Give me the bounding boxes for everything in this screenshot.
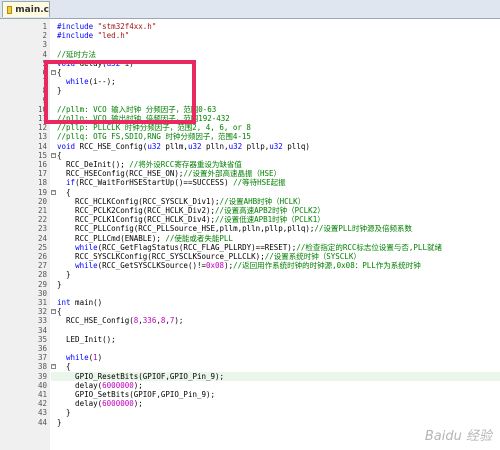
code-line[interactable]: delay(6000000); xyxy=(57,399,143,408)
code-line[interactable]: RCC_HCLKConfig(RCC_SYSCLK_Div1);//设置AHB时… xyxy=(57,197,305,206)
code-line[interactable]: { xyxy=(57,151,62,160)
line-number: 12 xyxy=(37,123,47,133)
fold-toggle-icon[interactable]: − xyxy=(51,70,56,75)
code-line[interactable]: RCC_HSE_Config(8,336,8,7); xyxy=(57,316,183,325)
line-number: 41 xyxy=(37,390,47,399)
code-line[interactable]: while(RCC_GetFlagStatus(RCC_FLAG_PLLRDY)… xyxy=(57,243,442,252)
line-number: 44 xyxy=(37,417,47,427)
line-number: 22 xyxy=(37,215,47,225)
code-line[interactable]: void RCC_HSE_Config(u32 pllm,u32 plln,u3… xyxy=(57,142,310,151)
highlight-box xyxy=(44,60,196,124)
line-number: 13 xyxy=(37,132,47,142)
line-number: 40 xyxy=(37,380,47,390)
line-number: 39 xyxy=(37,371,47,381)
fold-toggle-icon[interactable]: − xyxy=(51,189,56,195)
line-number: 38 xyxy=(37,362,47,372)
line-number: 25 xyxy=(37,242,47,252)
code-line[interactable]: } xyxy=(57,280,62,289)
line-number: 16 xyxy=(37,160,47,169)
line-number: 42 xyxy=(37,399,47,409)
code-line[interactable]: #include "stm32f4xx.h" xyxy=(57,22,156,31)
line-number: 30 xyxy=(37,288,47,298)
line-number: 17 xyxy=(37,169,47,179)
code-line[interactable]: GPIO_ResetBits(GPIOF,GPIO_Pin_9); xyxy=(57,372,224,381)
tab-main-c[interactable]: main.c xyxy=(2,1,50,17)
line-number: 35 xyxy=(37,334,47,344)
line-number: 37 xyxy=(37,353,47,363)
code-line[interactable]: RCC_HSEConfig(RCC_HSE_ON);//设置外部高速晶振（HSE… xyxy=(57,169,281,178)
code-line[interactable]: int main() xyxy=(57,298,102,307)
code-line[interactable]: LED_Init(); xyxy=(57,335,116,344)
code-line[interactable]: //延时方法 xyxy=(57,50,96,59)
line-number: 34 xyxy=(37,325,47,335)
line-number: 14 xyxy=(37,141,47,151)
line-number: 4 xyxy=(42,49,47,59)
code-line[interactable]: } xyxy=(57,408,71,417)
line-number: 1 xyxy=(42,22,47,31)
code-line[interactable]: RCC_PCLK2Config(RCC_HCLK_Div2);//设置高速APB… xyxy=(57,206,325,215)
line-number: 20 xyxy=(37,196,47,206)
line-number: 28 xyxy=(37,270,47,280)
fold-toggle-icon[interactable]: − xyxy=(51,364,56,370)
code-line[interactable]: } xyxy=(57,418,62,427)
code-line[interactable]: RCC_PCLK1Config(RCC_HCLK_Div4);//设置低速APB… xyxy=(57,215,325,224)
code-line[interactable]: RCC_DeInit(); //将外设RCC寄存器重设为缺省值 xyxy=(57,160,242,169)
line-number: 31 xyxy=(37,298,47,307)
code-line[interactable]: { xyxy=(57,188,71,197)
code-line[interactable]: GPIO_SetBits(GPIOF,GPIO_Pin_9); xyxy=(57,390,215,399)
line-number: 24 xyxy=(37,233,47,243)
line-number: 19 xyxy=(37,187,47,197)
line-number: 29 xyxy=(37,279,47,289)
code-line[interactable]: RCC_SYSCLKConfig(RCC_SYSCLKSource_PLLCLK… xyxy=(57,252,361,261)
line-number: 21 xyxy=(37,206,47,215)
fold-toggle-icon[interactable]: − xyxy=(51,309,56,315)
code-line[interactable]: #include "led.h" xyxy=(57,31,129,40)
line-number: 27 xyxy=(37,261,47,271)
line-number: 2 xyxy=(42,31,47,41)
line-number: 36 xyxy=(37,344,47,353)
line-number: 32 xyxy=(37,307,47,317)
code-line[interactable]: //pllp: PLLCLK 时钟分频因子，范围2, 4, 6, or 8 xyxy=(57,123,251,132)
code-line[interactable]: //pllq: OTG FS,SDIO,RNG 时钟分频因子，范围4-15 xyxy=(57,132,251,141)
code-line[interactable]: while(1) xyxy=(57,353,102,362)
tab-label: main.c xyxy=(15,4,49,15)
code-line[interactable]: { xyxy=(57,307,62,316)
line-number: 15 xyxy=(37,150,47,160)
code-line[interactable]: } xyxy=(57,270,71,279)
code-line[interactable]: RCC_PLLConfig(RCC_PLLSource_HSE,pllm,pll… xyxy=(57,224,412,233)
file-icon xyxy=(7,5,13,14)
code-line[interactable]: if(RCC_WaitForHSEStartUp()==SUCCESS) //等… xyxy=(57,178,286,187)
watermark-text: Baidu 经验 xyxy=(424,429,492,444)
line-number: 43 xyxy=(37,408,47,418)
line-number: 33 xyxy=(37,316,47,326)
code-line[interactable]: while(RCC_GetSYSCLKSource()!=0x08);//返回用… xyxy=(57,261,421,270)
line-number: 26 xyxy=(37,252,47,261)
editor-tab-bar: main.c xyxy=(0,0,500,19)
line-number: 18 xyxy=(37,178,47,188)
code-line[interactable]: { xyxy=(57,362,71,371)
fold-toggle-icon[interactable]: − xyxy=(51,152,56,158)
code-line[interactable]: delay(6000000); xyxy=(57,381,143,390)
line-number: 3 xyxy=(42,40,47,50)
line-number: 23 xyxy=(37,224,47,234)
code-editor[interactable]: 1 2 3 4 5 6 7 8 9 10 11 12 13 14 15 16 17 18 19 20 21 22 23 24 2… xyxy=(0,19,500,450)
code-line[interactable]: RCC_PLLCmd(ENABLE); //使能或者失能PLL xyxy=(57,234,233,243)
